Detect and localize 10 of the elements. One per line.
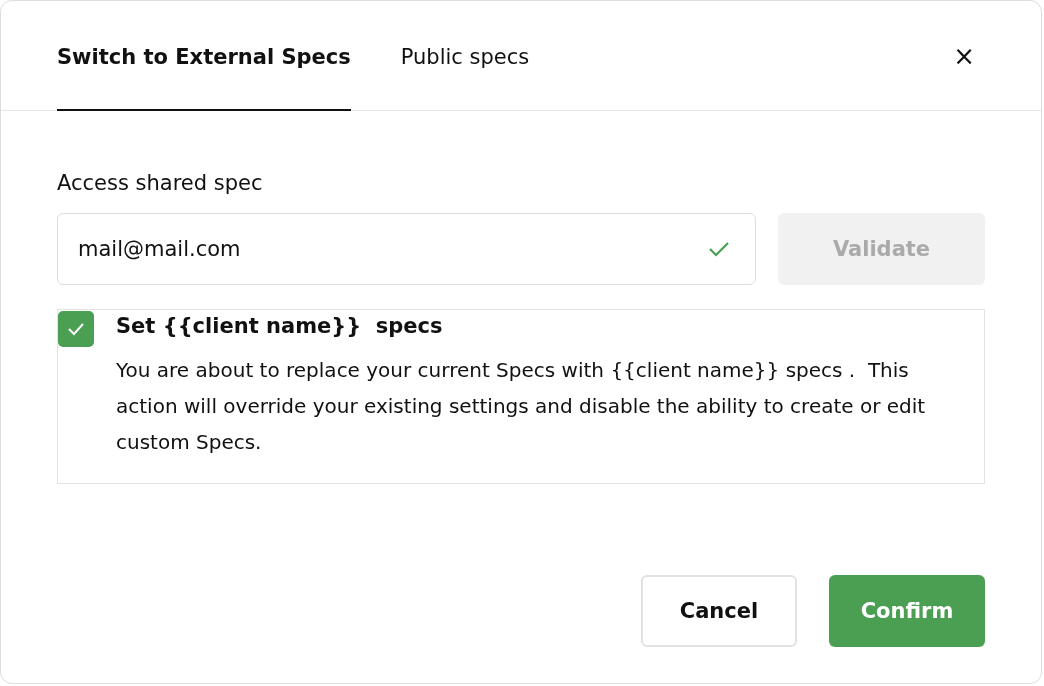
tab[interactable]: Switch to External Specs [57,1,351,111]
tab[interactable]: Public specs [400,1,530,111]
option-description: You are about to replace your current Specs with {{client name}} specs . This action will override your existing settings and disable the ability to create or edit custom Specs. [116,357,927,456]
cancel-button[interactable]: Cancel [641,575,797,647]
checkbox[interactable] [58,311,94,347]
field-label: Access shared spec [57,171,264,195]
close-button[interactable]: × [943,41,985,71]
check-icon [67,322,85,336]
email-field[interactable]: mail@mail.com [57,213,756,285]
option-title: Set {{client name}} specs [116,314,444,338]
